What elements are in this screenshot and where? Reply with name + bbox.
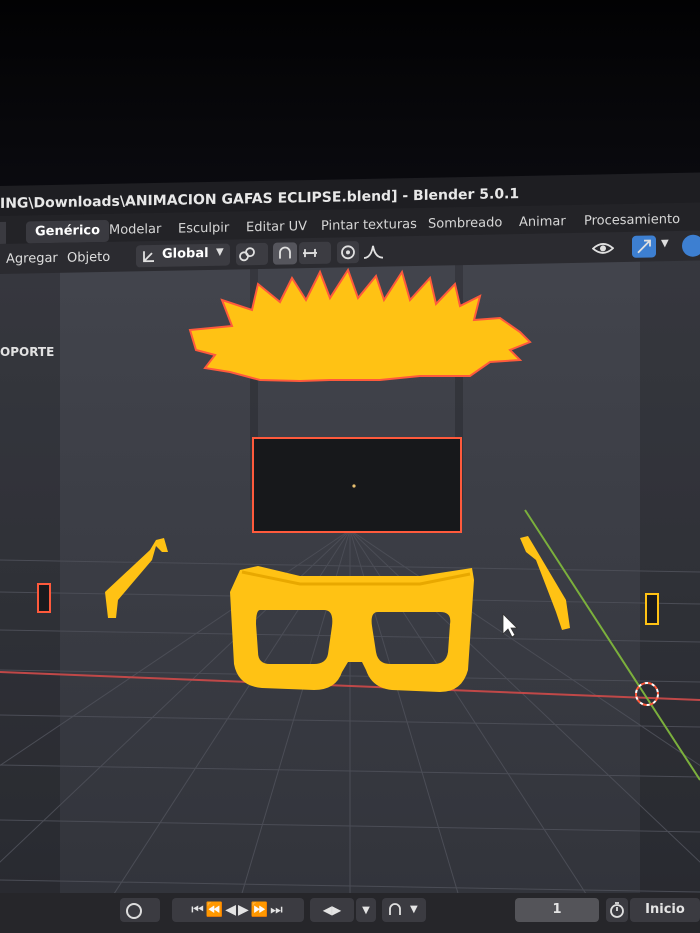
- timeline-bar: ⏮⏪◀▶⏩⏭ ◀▶ ▼ ▼ 1 Inicio: [0, 893, 700, 933]
- keyframe-jump-controls[interactable]: ◀▶: [310, 898, 354, 922]
- transform-orientation-label: Global: [162, 245, 209, 262]
- right-side-object[interactable]: [645, 593, 659, 625]
- pivot-link-icon: [239, 247, 255, 262]
- overlays-toggle[interactable]: [632, 235, 656, 258]
- object-origin-dot: [352, 484, 356, 488]
- proportional-editing-toggle[interactable]: [337, 241, 359, 264]
- playback-controls[interactable]: ⏮⏪◀▶⏩⏭: [172, 898, 304, 922]
- shading-toggle[interactable]: [682, 234, 700, 257]
- proportional-circle-icon: [341, 245, 355, 260]
- tab-editar-uv[interactable]: Editar UV: [237, 216, 316, 240]
- menu-objeto[interactable]: Objeto: [67, 248, 110, 269]
- auto-snap-dropdown[interactable]: ▼: [382, 898, 426, 922]
- record-circle-icon: [126, 903, 142, 919]
- orientation-axes-icon: [143, 251, 154, 263]
- pivot-point-dropdown[interactable]: [236, 242, 268, 266]
- editor-type-button[interactable]: [0, 221, 6, 244]
- chevron-down-icon: ▼: [410, 904, 418, 915]
- snap-increment-icon: [303, 248, 317, 258]
- 3d-viewport[interactable]: OPORTE: [0, 200, 700, 901]
- frame-start-field[interactable]: Inicio: [630, 898, 700, 922]
- current-frame-field[interactable]: 1: [515, 898, 599, 922]
- viewport-gizmos-dropdown[interactable]: [590, 236, 628, 259]
- menu-agregar[interactable]: Agregar: [6, 249, 58, 270]
- keyframe-jump-dropdown[interactable]: ▼: [356, 898, 376, 922]
- falloff-dropdown[interactable]: [361, 240, 391, 263]
- tab-modelar[interactable]: Modelar: [100, 219, 170, 242]
- frame-start-label: Inicio: [645, 902, 685, 917]
- magnet-icon: [389, 903, 401, 915]
- gizmo-arrow-icon: [637, 239, 651, 254]
- chevron-down-icon: ▼: [661, 238, 669, 250]
- eye-icon: [592, 243, 614, 254]
- stopwatch-icon: [610, 902, 624, 918]
- keyframe-jump-icons: ◀▶: [322, 903, 342, 917]
- use-preview-range-button[interactable]: [606, 898, 628, 922]
- transform-orientation-dropdown[interactable]: Global ▼: [136, 243, 230, 268]
- tab-pintar-texturas[interactable]: Pintar texturas: [312, 214, 426, 238]
- monitor-bezel: [0, 0, 700, 200]
- tab-animar[interactable]: Animar: [510, 211, 575, 234]
- screen: OPORTE ING\Downloads\ANIMACION GAFAS ECL…: [0, 0, 700, 933]
- snap-toggle[interactable]: [273, 242, 297, 265]
- falloff-curve-icon: [363, 245, 384, 259]
- snap-target-dropdown[interactable]: [299, 241, 331, 265]
- tab-generico[interactable]: Genérico: [26, 219, 110, 244]
- chevron-down-icon: ▼: [216, 246, 224, 258]
- chevron-down-icon: ▼: [362, 905, 370, 916]
- tab-sombreado[interactable]: Sombreado: [419, 212, 511, 236]
- keying-dropdown[interactable]: [120, 898, 160, 922]
- viewport-overlay-text: OPORTE: [0, 345, 55, 359]
- magnet-icon: [279, 246, 291, 259]
- eclipse-filter-panel[interactable]: [252, 437, 462, 533]
- viewport-canvas[interactable]: [0, 200, 700, 901]
- overlays-dropdown[interactable]: ▼: [657, 235, 677, 257]
- playback-icons: ⏮⏪◀▶⏩⏭: [191, 902, 285, 918]
- tab-procesamiento[interactable]: Procesamiento: [575, 209, 689, 233]
- left-side-object[interactable]: [37, 583, 51, 613]
- tab-esculpir[interactable]: Esculpir: [169, 217, 238, 240]
